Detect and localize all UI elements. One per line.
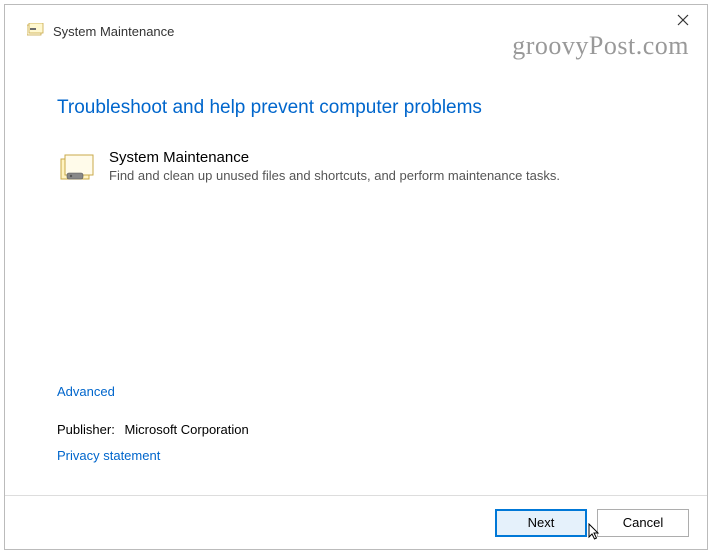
item-description: Find and clean up unused files and short… <box>109 168 560 183</box>
item-title: System Maintenance <box>109 149 560 166</box>
troubleshooter-item-text: System Maintenance Find and clean up unu… <box>109 149 560 183</box>
button-bar: Next Cancel <box>5 495 707 549</box>
close-button[interactable] <box>669 9 697 31</box>
publisher-value: Microsoft Corporation <box>124 422 248 437</box>
cancel-button[interactable]: Cancel <box>597 509 689 537</box>
title-row: System Maintenance <box>5 5 174 39</box>
window-title: System Maintenance <box>53 24 174 39</box>
advanced-link[interactable]: Advanced <box>57 384 115 399</box>
troubleshooter-item: System Maintenance Find and clean up unu… <box>59 149 655 187</box>
privacy-statement-link[interactable]: Privacy statement <box>57 448 160 463</box>
system-maintenance-icon <box>27 23 45 39</box>
maintenance-folder-icon <box>59 151 95 187</box>
next-button[interactable]: Next <box>495 509 587 537</box>
page-heading: Troubleshoot and help prevent computer p… <box>57 97 655 119</box>
publisher-label: Publisher: <box>57 422 115 437</box>
close-icon <box>677 14 689 26</box>
troubleshooter-window: System Maintenance groovyPost.com Troubl… <box>4 4 708 550</box>
content-area: Troubleshoot and help prevent computer p… <box>5 49 707 495</box>
titlebar: System Maintenance groovyPost.com <box>5 5 707 49</box>
publisher-info: Publisher: Microsoft Corporation <box>57 422 249 437</box>
